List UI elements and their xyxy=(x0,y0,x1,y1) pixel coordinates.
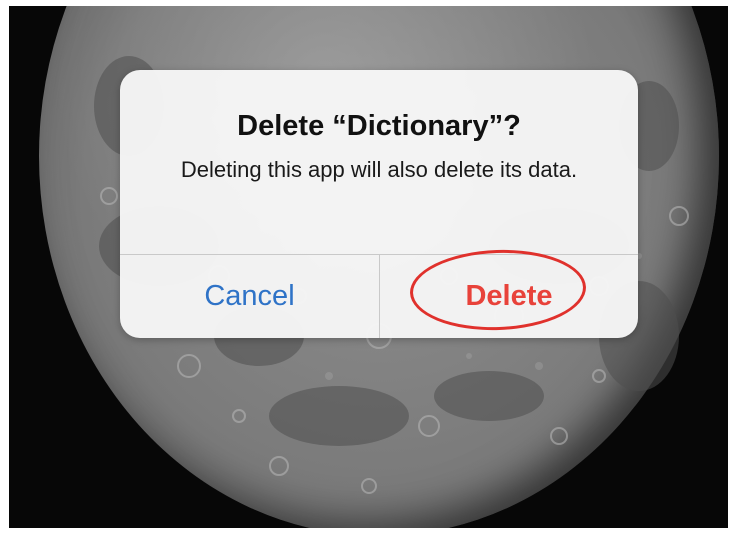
alert-message: Deleting this app will also delete its d… xyxy=(180,157,578,182)
delete-app-alert: Delete “Dictionary”? Deleting this app w… xyxy=(120,70,638,338)
cancel-button[interactable]: Cancel xyxy=(120,255,379,338)
delete-button[interactable]: Delete xyxy=(380,255,638,338)
alert-title: Delete “Dictionary”? xyxy=(237,110,521,142)
home-screen-wallpaper: Delete “Dictionary”? Deleting this app w… xyxy=(9,6,728,528)
screenshot-frame: Delete “Dictionary”? Deleting this app w… xyxy=(0,0,737,537)
